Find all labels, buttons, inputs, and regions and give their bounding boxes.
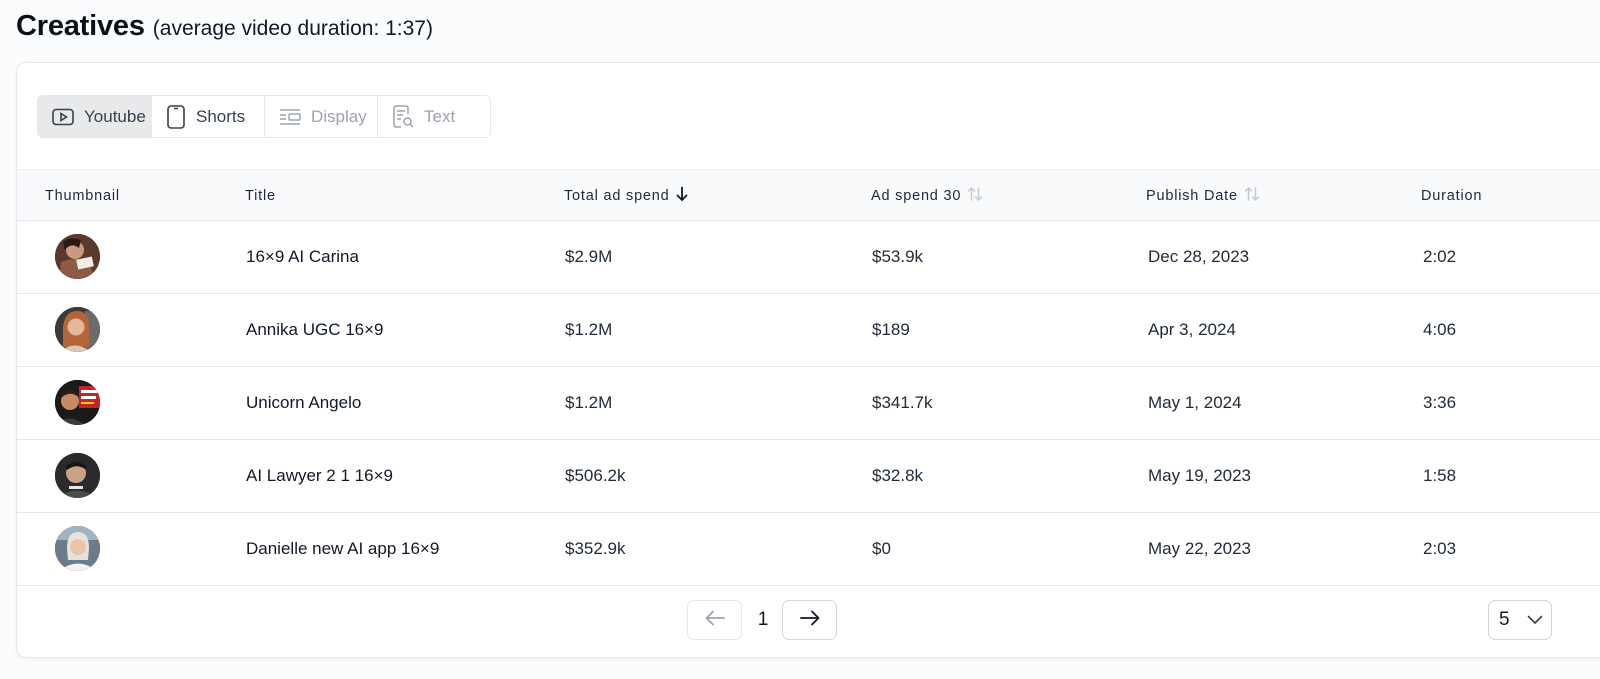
row-duration: 4:06 (1423, 320, 1457, 339)
display-layout-icon (279, 108, 301, 126)
row-duration: 3:36 (1423, 393, 1457, 412)
page-header: Creatives (average video duration: 1:37) (16, 10, 433, 43)
column-header-total-ad-spend[interactable]: Total ad spend (564, 170, 688, 222)
page-title: Creatives (16, 10, 145, 42)
table-row[interactable]: Unicorn Angelo $1.2M $341.7k May 1, 2024… (17, 367, 1600, 440)
creative-type-tabs: Youtube Shorts Display Text (37, 95, 491, 138)
row-publish-date: Dec 28, 2023 (1148, 247, 1250, 266)
tab-label: Shorts (196, 106, 246, 126)
current-page-number: 1 (757, 609, 769, 630)
video-thumbnail[interactable] (55, 307, 100, 352)
arrow-left-icon (704, 609, 726, 632)
row-total-ad-spend: $1.2M (565, 393, 613, 412)
table-header: Thumbnail Title Total ad spend Ad spend … (17, 169, 1600, 221)
row-publish-date: May 22, 2023 (1148, 539, 1252, 558)
row-total-ad-spend: $1.2M (565, 320, 613, 339)
tab-display[interactable]: Display (265, 96, 378, 137)
column-header-title: Title (245, 170, 276, 222)
row-title: AI Lawyer 2 1 16×9 (246, 466, 393, 485)
row-publish-date: May 19, 2023 (1148, 466, 1252, 485)
row-total-ad-spend: $352.9k (565, 539, 626, 558)
page-size-value: 5 (1499, 609, 1510, 630)
table-row[interactable]: Danielle new AI app 16×9 $352.9k $0 May … (17, 513, 1600, 586)
pagination: 1 5 (17, 600, 1600, 642)
table-row[interactable]: Annika UGC 16×9 $1.2M $189 Apr 3, 2024 4… (17, 294, 1600, 367)
text-search-icon (392, 104, 414, 129)
column-label: Ad spend 30 (871, 188, 962, 204)
video-thumbnail[interactable] (55, 234, 100, 279)
tab-youtube[interactable]: Youtube (38, 96, 152, 137)
row-title: Annika UGC 16×9 (246, 320, 384, 339)
row-ad-spend-30: $189 (872, 320, 910, 339)
row-ad-spend-30: $53.9k (872, 247, 924, 266)
sort-descending-icon (676, 186, 688, 206)
column-header-ad-spend-30[interactable]: Ad spend 30 (871, 170, 983, 222)
column-label: Total ad spend (564, 188, 670, 204)
row-ad-spend-30: $341.7k (872, 393, 933, 412)
table-row[interactable]: 16×9 AI Carina $2.9M $53.9k Dec 28, 2023… (17, 221, 1600, 294)
video-thumbnail[interactable] (55, 453, 100, 498)
chevron-down-icon (1527, 609, 1543, 631)
column-label: Publish Date (1146, 188, 1238, 204)
creatives-card: Youtube Shorts Display Text Thumbnail Ti… (16, 62, 1600, 658)
average-duration-subtitle: (average video duration: 1:37) (152, 17, 433, 40)
video-play-icon (52, 108, 74, 126)
table-row[interactable]: AI Lawyer 2 1 16×9 $506.2k $32.8k May 19… (17, 440, 1600, 513)
sort-unsorted-icon (1244, 186, 1260, 206)
row-publish-date: Apr 3, 2024 (1148, 320, 1236, 339)
page-size-select[interactable]: 5 (1488, 600, 1552, 640)
row-duration: 2:03 (1423, 539, 1457, 558)
row-title: Danielle new AI app 16×9 (246, 539, 440, 558)
tab-label: Youtube (84, 106, 146, 126)
next-page-button[interactable] (782, 600, 837, 640)
row-title: Unicorn Angelo (246, 393, 362, 412)
row-title: 16×9 AI Carina (246, 247, 359, 266)
row-duration: 2:02 (1423, 247, 1457, 266)
column-label: Thumbnail (45, 188, 120, 204)
previous-page-button[interactable] (687, 600, 742, 640)
phone-icon (166, 104, 186, 129)
tab-label: Display (311, 106, 367, 126)
column-header-publish-date[interactable]: Publish Date (1146, 170, 1260, 222)
tab-label: Text (424, 106, 456, 126)
column-label: Title (245, 188, 276, 204)
row-total-ad-spend: $506.2k (565, 466, 626, 485)
video-thumbnail[interactable] (55, 380, 100, 425)
column-header-duration: Duration (1421, 170, 1482, 222)
arrow-right-icon (799, 609, 821, 632)
sort-unsorted-icon (967, 186, 983, 206)
video-thumbnail[interactable] (55, 526, 100, 571)
column-header-thumbnail: Thumbnail (45, 170, 120, 222)
tab-shorts[interactable]: Shorts (152, 96, 265, 137)
row-ad-spend-30: $32.8k (872, 466, 924, 485)
row-publish-date: May 1, 2024 (1148, 393, 1242, 412)
row-total-ad-spend: $2.9M (565, 247, 613, 266)
row-duration: 1:58 (1423, 466, 1457, 485)
column-label: Duration (1421, 188, 1483, 204)
tab-text[interactable]: Text (378, 96, 490, 137)
row-ad-spend-30: $0 (872, 539, 891, 558)
